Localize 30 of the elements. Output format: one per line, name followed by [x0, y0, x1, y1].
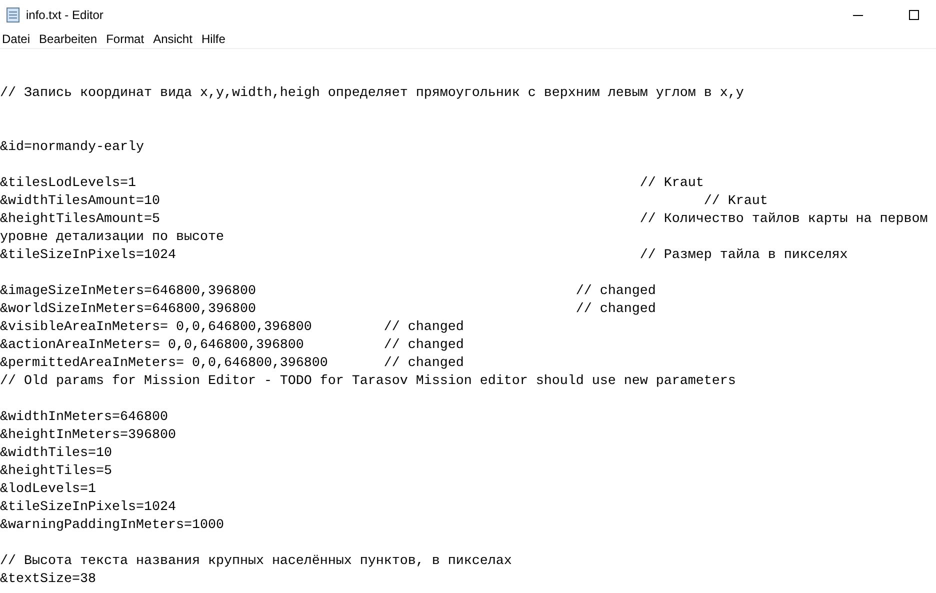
text-line: &heightTiles=5	[0, 463, 112, 481]
text-line: &tileSizeInPixels=1024	[0, 499, 176, 517]
text-line: &widthTiles=10	[0, 445, 112, 463]
notepad-icon	[5, 6, 21, 22]
text-line: &worldSizeInMeters=646800,396800 // changed	[0, 301, 656, 319]
text-line: &imageSizeInMeters=646800,396800 // changed	[0, 283, 656, 301]
maximize-icon[interactable]	[908, 8, 920, 20]
text-line: &widthTilesAmount=10 // Kraut	[0, 193, 768, 211]
text-line: &tilesLodLevels=1 // Kraut	[0, 175, 704, 193]
menu-item[interactable]: Ansicht	[150, 30, 196, 48]
window-title: info.txt - Editor	[26, 6, 104, 24]
text-line: &id=normandy-early	[0, 139, 144, 157]
text-line: &warningPaddingInMeters=1000	[0, 517, 224, 535]
text-line: &lodLevels=1	[0, 481, 96, 499]
text-line: &permittedAreaInMeters= 0,0,646800,396800 // changed	[0, 355, 464, 373]
text-line: // Высота текста названия крупных населённых пунктов, в пикселах	[0, 553, 512, 571]
text-line: &textSize=38	[0, 571, 96, 589]
text-line: // Old params for Mission Editor - TODO for Tarasov Mission editor should use new parameters	[0, 373, 736, 391]
menu-item[interactable]: Format	[103, 30, 148, 48]
menu-item[interactable]: Datei	[0, 30, 34, 48]
menu-item[interactable]: Bearbeiten	[36, 30, 100, 48]
text-line: &heightTilesAmount=5 // Количество тайлов карты на первом	[0, 211, 928, 229]
text-line: &heightInMeters=396800	[0, 427, 176, 445]
text-line: уровне детализации по высоте	[0, 229, 224, 247]
text-line: &actionAreaInMeters= 0,0,646800,396800 // changed	[0, 337, 464, 355]
text-line: &visibleAreaInMeters= 0,0,646800,396800 // changed	[0, 319, 464, 337]
text-line: &widthInMeters=646800	[0, 409, 168, 427]
menu-item[interactable]: Hilfe	[198, 30, 228, 48]
text-line: &tileSizeInPixels=1024 // Размер тайла в пикселях	[0, 247, 848, 265]
text-line: // Запись координат вида x,y,width,heigh определяет прямоугольник с верхним левым углом в x,y	[0, 85, 744, 103]
